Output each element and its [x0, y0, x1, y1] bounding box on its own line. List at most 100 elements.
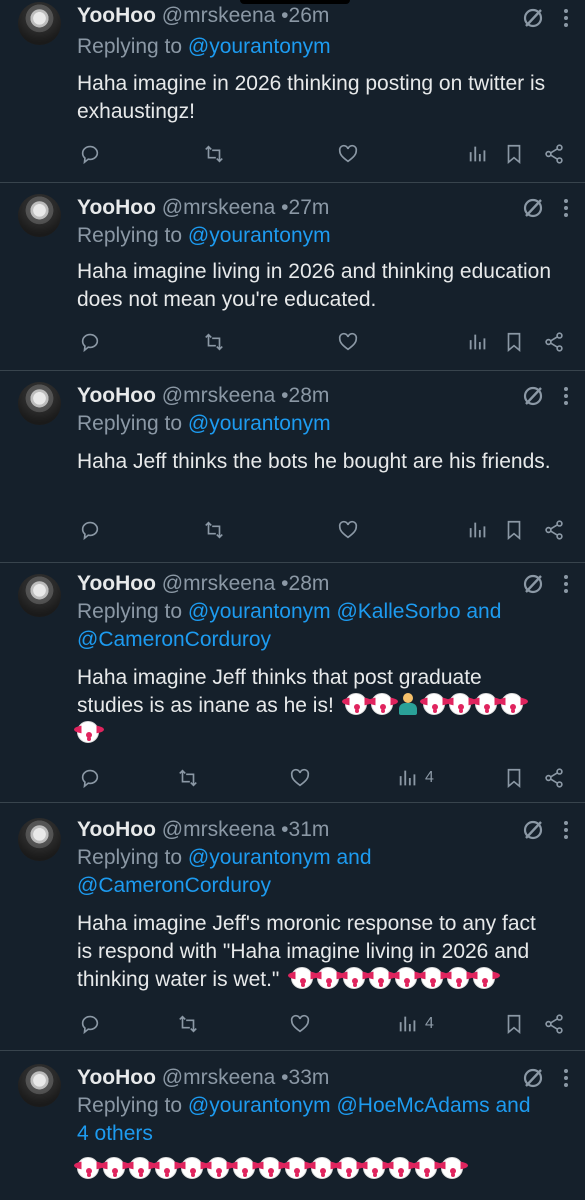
- more-icon[interactable]: [559, 384, 573, 408]
- more-icon[interactable]: [559, 196, 573, 220]
- bookmark-button[interactable]: [503, 1010, 525, 1038]
- mention-link[interactable]: @yourantonym: [188, 35, 331, 58]
- grok-icon[interactable]: [521, 384, 545, 408]
- reply-button[interactable]: [79, 140, 101, 168]
- timestamp[interactable]: 31m: [289, 818, 330, 841]
- tweet[interactable]: YooHoo @mrskeena •28m Replying to @youra…: [0, 370, 585, 563]
- separator-dot: •: [281, 572, 289, 595]
- mention-link[interactable]: @CameronCorduroy: [77, 874, 271, 897]
- timestamp[interactable]: 28m: [289, 384, 330, 407]
- retweet-button[interactable]: [203, 328, 225, 356]
- like-button[interactable]: [337, 140, 359, 168]
- reply-button[interactable]: [79, 516, 101, 544]
- handle[interactable]: @mrskeena: [162, 196, 276, 219]
- reply-icon: [81, 521, 99, 541]
- handle[interactable]: @mrskeena: [162, 818, 276, 841]
- share-button[interactable]: [543, 140, 565, 168]
- timestamp[interactable]: 28m: [289, 572, 330, 595]
- mention-link[interactable]: @yourantonym @HoeMcAdams and: [188, 1094, 531, 1117]
- grok-icon[interactable]: [521, 196, 545, 220]
- clown-emoji: [100, 1157, 130, 1179]
- like-button[interactable]: [337, 516, 359, 544]
- bookmark-button[interactable]: [503, 140, 525, 168]
- views-button[interactable]: [467, 328, 495, 356]
- timestamp[interactable]: 26m: [289, 4, 330, 27]
- grok-icon[interactable]: [521, 572, 545, 596]
- grok-icon[interactable]: [521, 818, 545, 842]
- like-button[interactable]: [289, 764, 311, 792]
- views-button[interactable]: 4: [397, 764, 434, 792]
- display-name[interactable]: YooHoo: [77, 1066, 156, 1089]
- handle[interactable]: @mrskeena: [162, 1066, 276, 1089]
- avatar[interactable]: [18, 818, 61, 861]
- grok-icon[interactable]: [521, 1066, 545, 1090]
- clown-emoji: [412, 1157, 442, 1179]
- views-button[interactable]: [467, 516, 495, 544]
- tweet-text-line: studies is as inane as he is!: [77, 694, 334, 717]
- avatar[interactable]: [18, 194, 61, 237]
- avatar[interactable]: [18, 1064, 61, 1107]
- more-icon[interactable]: [559, 818, 573, 842]
- tweet-text: Haha imagine living in 2026 and thinking…: [77, 260, 551, 311]
- display-name[interactable]: YooHoo: [77, 196, 156, 219]
- separator-dot: •: [281, 818, 289, 841]
- tweet[interactable]: YooHoo @mrskeena •31m Replying to @youra…: [0, 802, 585, 1051]
- mention-link[interactable]: @yourantonym: [188, 224, 331, 247]
- reply-button[interactable]: [79, 1010, 101, 1038]
- more-icon[interactable]: [559, 572, 573, 596]
- like-button[interactable]: [289, 1010, 311, 1038]
- more-icon[interactable]: [559, 6, 573, 30]
- share-button[interactable]: [543, 328, 565, 356]
- clown-emoji: [334, 1157, 364, 1179]
- mention-link[interactable]: 4 others: [77, 1122, 153, 1145]
- reply-button[interactable]: [79, 764, 101, 792]
- handle[interactable]: @mrskeena: [162, 4, 276, 27]
- bookmark-button[interactable]: [503, 516, 525, 544]
- display-name[interactable]: YooHoo: [77, 572, 156, 595]
- clown-emoji: [366, 967, 397, 989]
- handle[interactable]: @mrskeena: [162, 572, 276, 595]
- avatar[interactable]: [18, 574, 61, 617]
- tweet[interactable]: YooHoo @mrskeena •28m Replying to @youra…: [0, 562, 585, 803]
- mention-link[interactable]: @yourantonym @KalleSorbo and: [188, 600, 501, 623]
- clown-emoji: [472, 693, 503, 715]
- mention-link[interactable]: @yourantonym: [188, 412, 331, 435]
- like-icon: [338, 332, 358, 351]
- bookmark-button[interactable]: [503, 764, 525, 792]
- retweet-button[interactable]: [177, 764, 199, 792]
- retweet-button[interactable]: [203, 140, 225, 168]
- tweet[interactable]: YooHoo @mrskeena •33m Replying to @youra…: [0, 1050, 585, 1200]
- retweet-button[interactable]: [203, 516, 225, 544]
- replying-prefix: Replying to: [77, 35, 183, 58]
- like-icon: [290, 768, 310, 787]
- share-button[interactable]: [543, 764, 565, 792]
- views-button[interactable]: 4: [397, 1010, 434, 1038]
- display-name[interactable]: YooHoo: [77, 384, 156, 407]
- avatar[interactable]: [18, 382, 61, 425]
- tweet[interactable]: YooHoo @mrskeena •26m Replying to @youra…: [0, 0, 585, 183]
- share-button[interactable]: [543, 1010, 565, 1038]
- timestamp[interactable]: 27m: [289, 196, 330, 219]
- share-button[interactable]: [543, 516, 565, 544]
- display-name[interactable]: YooHoo: [77, 818, 156, 841]
- share-icon: [545, 520, 563, 540]
- grok-icon[interactable]: [521, 6, 545, 30]
- display-name[interactable]: YooHoo: [77, 4, 156, 27]
- mention-link[interactable]: @yourantonym and: [188, 846, 372, 869]
- retweet-button[interactable]: [177, 1010, 199, 1038]
- replying-to: Replying to @yourantonym: [77, 410, 565, 438]
- more-icon[interactable]: [559, 1066, 573, 1090]
- reply-button[interactable]: [79, 328, 101, 356]
- reply-icon: [81, 145, 99, 165]
- handle[interactable]: @mrskeena: [162, 384, 276, 407]
- clown-emoji: [386, 1157, 416, 1179]
- timestamp[interactable]: 33m: [289, 1066, 330, 1089]
- tweet[interactable]: YooHoo @mrskeena •27m Replying to @youra…: [0, 182, 585, 371]
- retweet-icon: [205, 145, 223, 163]
- like-button[interactable]: [337, 328, 359, 356]
- avatar[interactable]: [18, 2, 61, 45]
- bookmark-button[interactable]: [503, 328, 525, 356]
- views-button[interactable]: [467, 140, 495, 168]
- mention-link[interactable]: @CameronCorduroy: [77, 628, 271, 651]
- shrug-emoji: [397, 693, 419, 715]
